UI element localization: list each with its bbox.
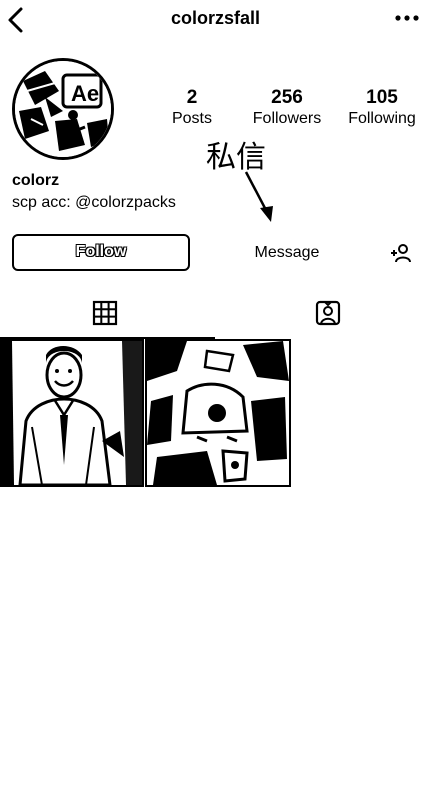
- post-thumbnail[interactable]: [145, 339, 291, 487]
- followers-stat[interactable]: 256 Followers: [242, 87, 332, 129]
- followers-count: 256: [271, 87, 303, 108]
- add-user-icon[interactable]: [390, 242, 412, 264]
- follow-button[interactable]: Follow: [12, 234, 190, 271]
- followers-label: Followers: [252, 110, 322, 127]
- profile-bio: scp acc: @colorzpacks: [12, 194, 176, 211]
- following-stat[interactable]: 105 Following: [337, 87, 427, 129]
- profile-username-title: colorzsfall: [170, 8, 261, 28]
- avatar-collage-image: Ae: [15, 61, 111, 157]
- post-thumbnail[interactable]: [0, 339, 144, 487]
- more-options-icon[interactable]: [393, 8, 421, 28]
- profile-avatar[interactable]: Ae: [12, 58, 114, 160]
- grid-tab-icon[interactable]: [92, 300, 118, 326]
- post-image-collage: [147, 341, 289, 485]
- annotation-arrow-icon: [244, 171, 273, 222]
- post-image-man-in-suit: [2, 341, 142, 485]
- profile-display-name: colorz: [12, 172, 60, 189]
- posts-stat: 2 Posts: [147, 87, 237, 129]
- avatar-logo-text: Ae: [71, 81, 99, 106]
- message-button[interactable]: Message: [222, 234, 352, 271]
- posts-label: Posts: [171, 110, 212, 127]
- following-count: 105: [366, 87, 398, 108]
- top-bar: colorzsfall: [0, 0, 431, 40]
- tagged-tab-icon[interactable]: [314, 299, 342, 327]
- posts-count: 2: [186, 87, 198, 108]
- following-label: Following: [348, 110, 416, 127]
